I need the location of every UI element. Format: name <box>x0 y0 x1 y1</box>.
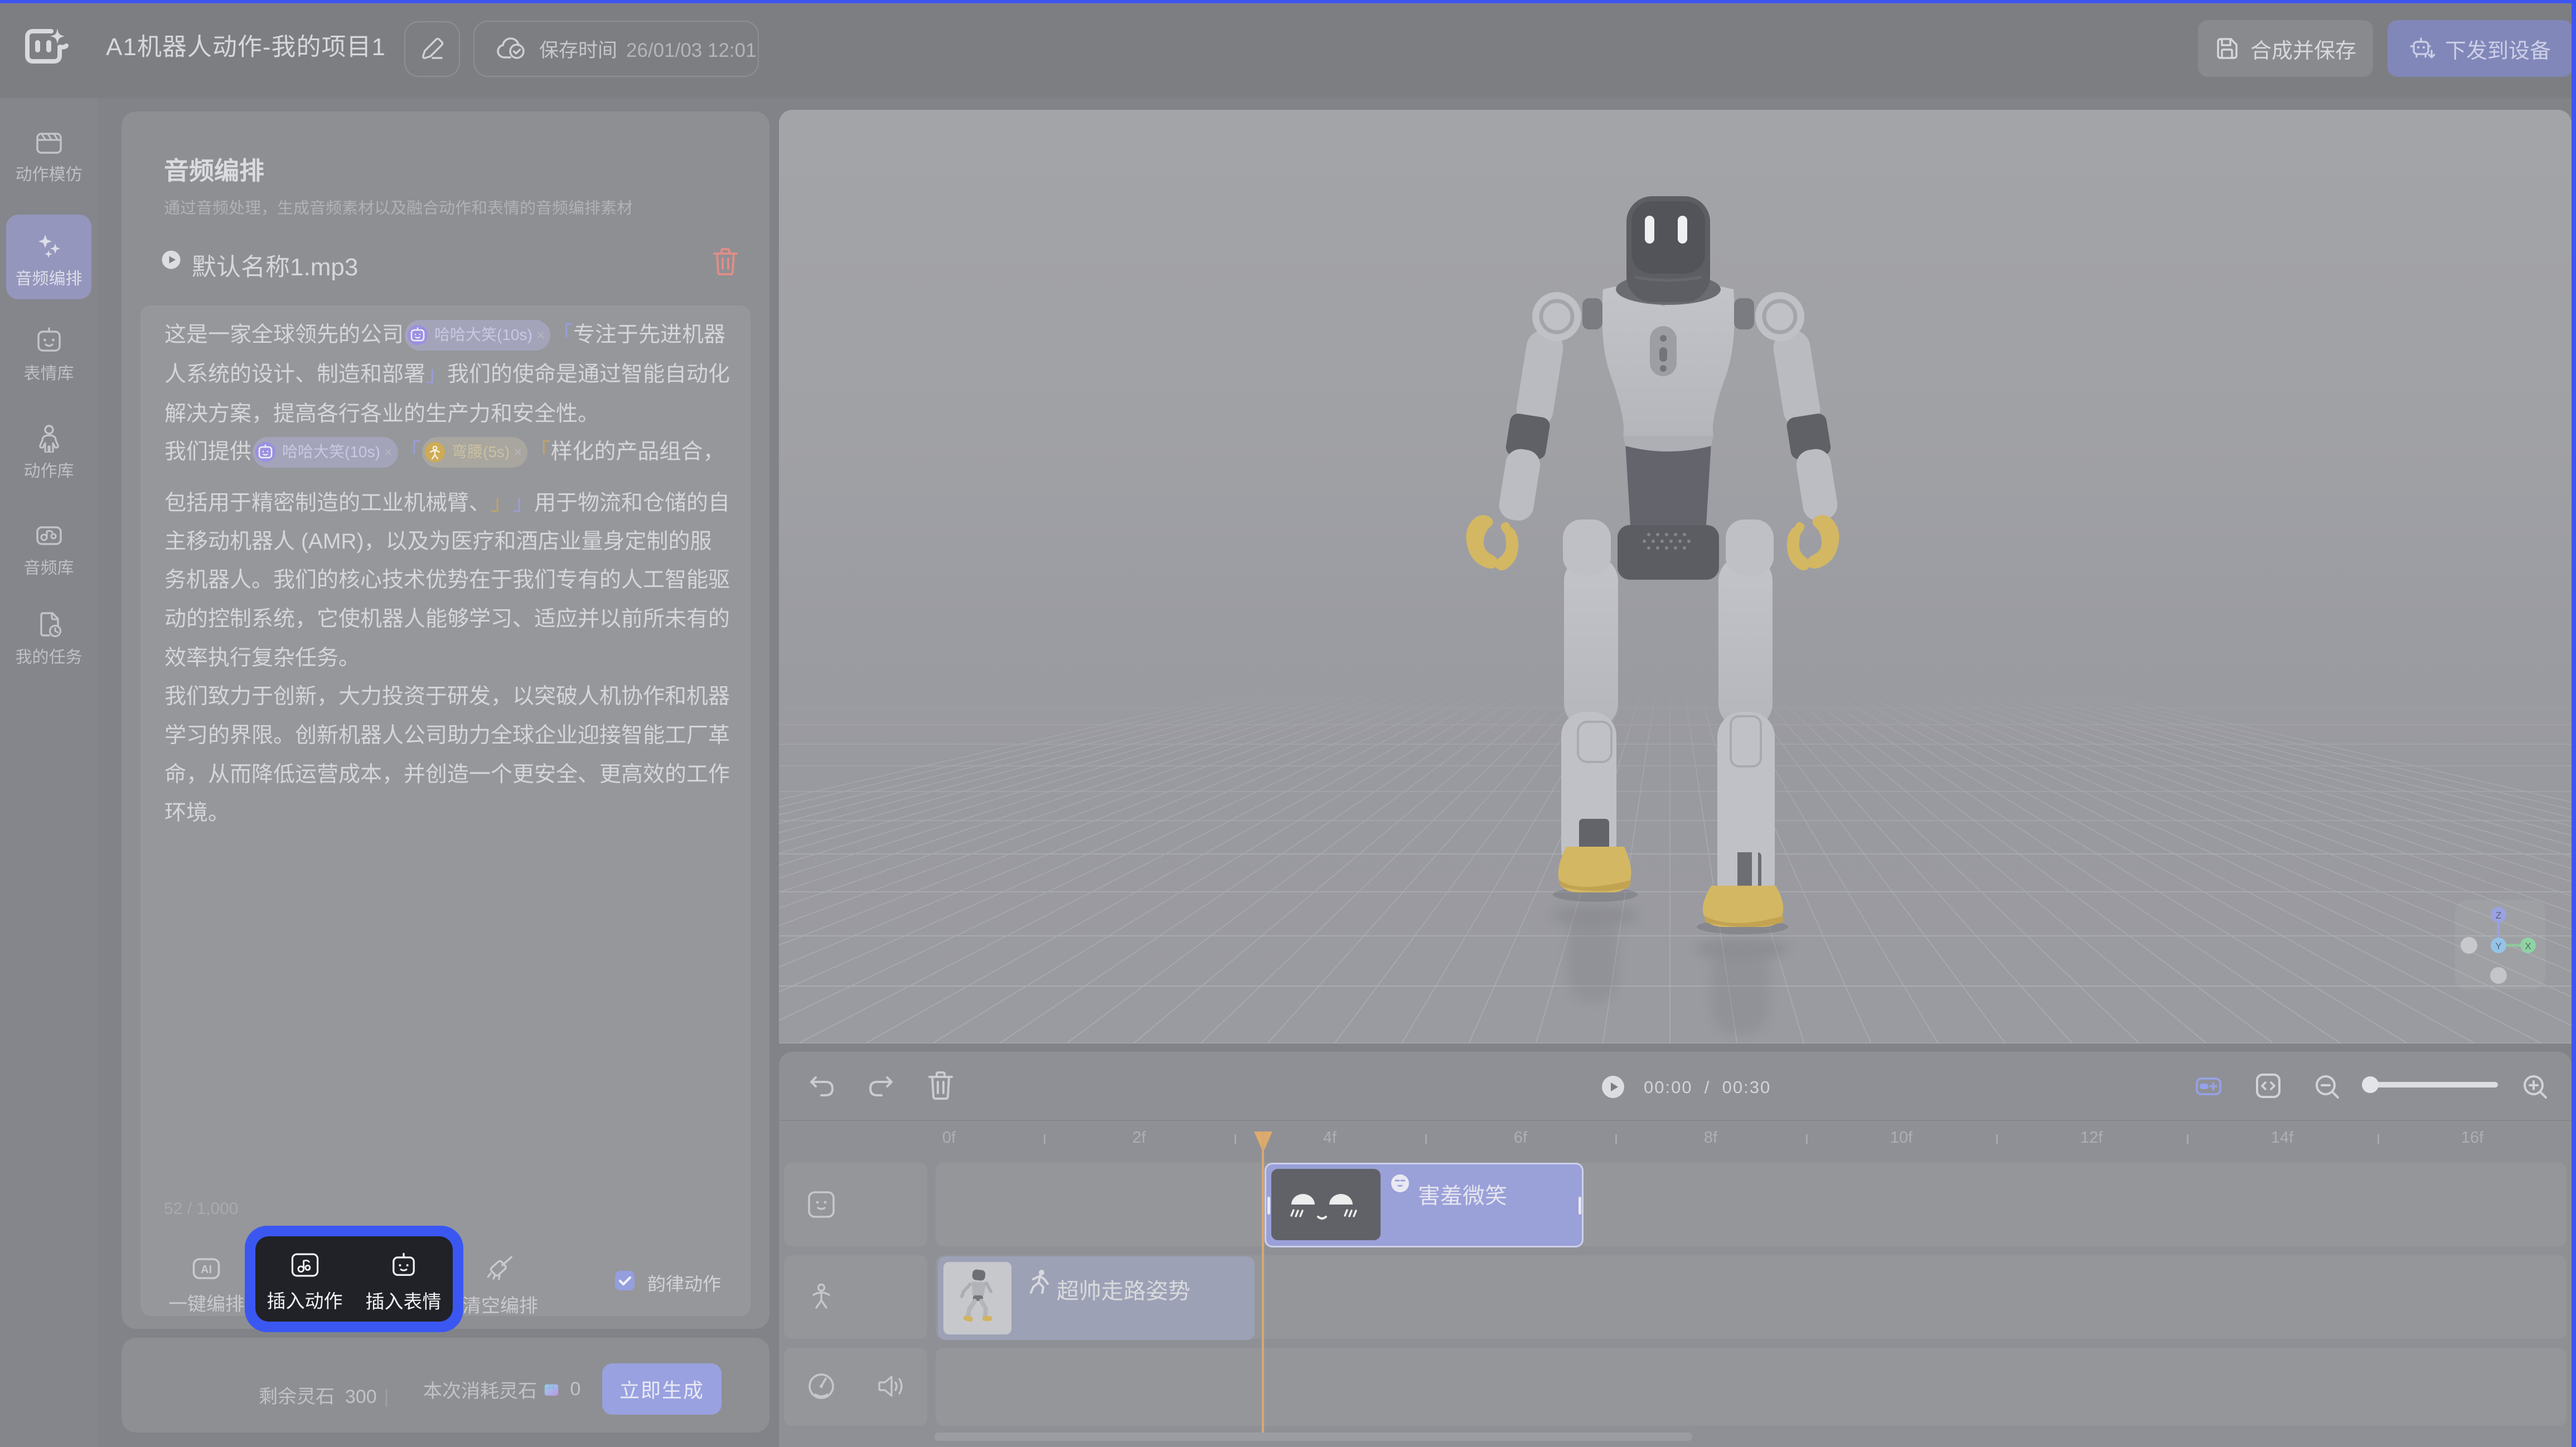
svg-text:AI: AI <box>201 1264 212 1276</box>
svg-text:Z: Z <box>2496 910 2501 921</box>
svg-text:Y: Y <box>2495 941 2501 951</box>
svg-text:X: X <box>2525 941 2531 951</box>
